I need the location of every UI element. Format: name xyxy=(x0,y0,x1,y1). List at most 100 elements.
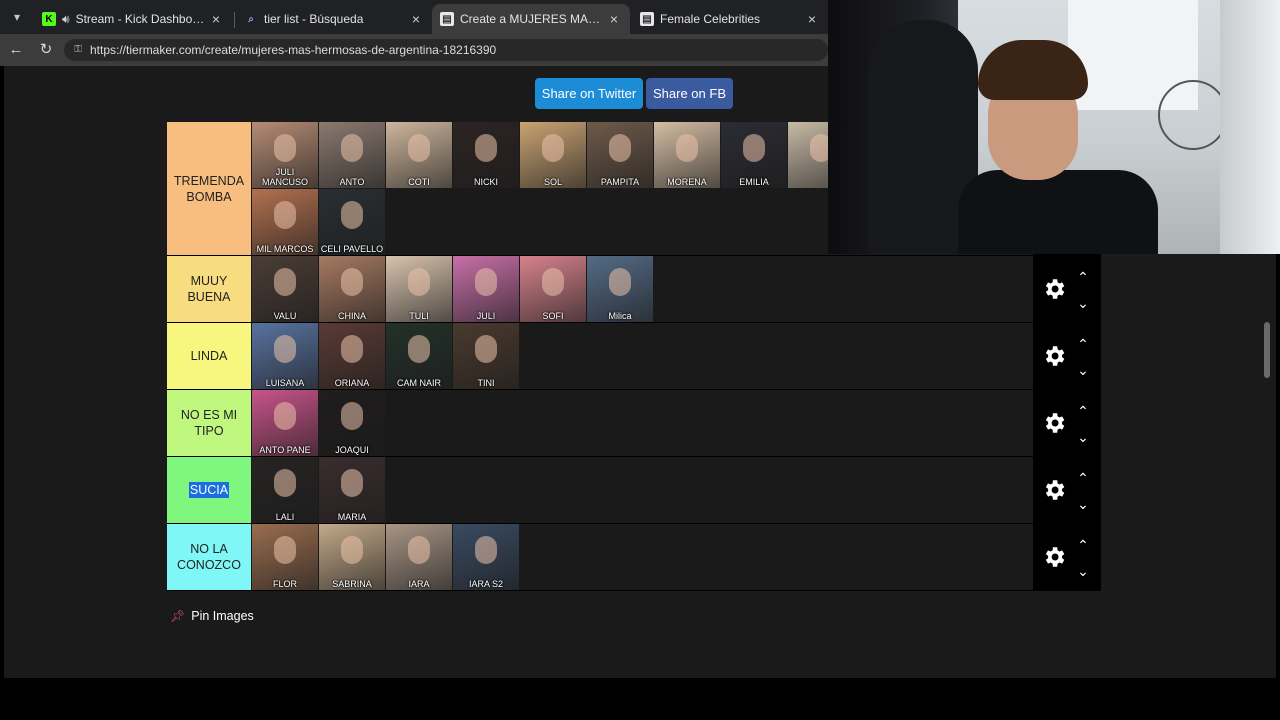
portrait-face xyxy=(408,134,430,162)
tier-label[interactable]: MUUY BUENA xyxy=(167,256,251,322)
tier-image-card[interactable]: PAMPITA xyxy=(587,122,653,188)
move-down-chevron-icon[interactable]: ⌄ xyxy=(1073,497,1093,511)
tier-image-card[interactable]: NICKI xyxy=(453,122,519,188)
tier-image-card[interactable]: LUISANA xyxy=(252,323,318,389)
image-caption: IARA S2 xyxy=(468,579,504,589)
tier-image-card[interactable]: JULI MANCUSO xyxy=(252,122,318,188)
tier-image-card[interactable]: IARA S2 xyxy=(453,524,519,590)
move-up-chevron-icon[interactable]: ⌃ xyxy=(1073,404,1093,418)
reload-icon[interactable]: ↻ xyxy=(36,40,56,60)
tier-image-card[interactable]: SOFI xyxy=(520,256,586,322)
tier-image-card[interactable]: ANTO PANE xyxy=(252,390,318,456)
tab-create-tierlist[interactable]: ▤ Create a MUJERES MAS HERMOSAS × xyxy=(432,4,630,34)
tier-image-card[interactable]: VALU xyxy=(252,256,318,322)
share-twitter-button[interactable]: Share on Twitter xyxy=(535,78,643,109)
tier-label[interactable]: SUCIA xyxy=(167,457,251,523)
move-up-chevron-icon[interactable]: ⌃ xyxy=(1073,270,1093,284)
tier-image-card[interactable]: MARIA xyxy=(319,457,385,523)
tier-image-card[interactable]: CELI PAVELLO xyxy=(319,189,385,255)
tier-image-card[interactable]: ANTO xyxy=(319,122,385,188)
portrait-face xyxy=(475,268,497,296)
tier-image-card[interactable]: SABRINA xyxy=(319,524,385,590)
tier-label[interactable]: LINDA xyxy=(167,323,251,389)
webcam-overlay xyxy=(828,0,1280,254)
portrait-face xyxy=(274,134,296,162)
url-input[interactable]: ⚿ https://tiermaker.com/create/mujeres-m… xyxy=(64,39,828,61)
share-facebook-button[interactable]: Share on FB xyxy=(646,78,733,109)
tier-image-card[interactable]: SOL xyxy=(520,122,586,188)
portrait-face xyxy=(274,268,296,296)
portrait-face xyxy=(408,536,430,564)
move-up-chevron-icon[interactable]: ⌃ xyxy=(1073,337,1093,351)
tier-image-card[interactable]: IARA xyxy=(386,524,452,590)
portrait-face xyxy=(341,268,363,296)
move-up-chevron-icon[interactable]: ⌃ xyxy=(1073,538,1093,552)
tab-kick-dashboard[interactable]: K 🔊︎ Stream - Kick Dashboard × xyxy=(34,4,232,34)
tier-image-card[interactable]: MORENA xyxy=(654,122,720,188)
tab-search-dropdown-icon[interactable]: ▾ xyxy=(6,7,28,27)
tiermaker-favicon-icon: ▤ xyxy=(440,12,454,26)
tab-title: tier list - Búsqueda xyxy=(264,12,364,26)
back-arrow-icon[interactable]: ← xyxy=(6,40,26,60)
tier-row: NO LA CONOZCO FLOR SABRINA IARA IARA S2 ⌃ ⌄ xyxy=(167,524,1101,591)
gear-icon[interactable] xyxy=(1041,343,1067,369)
tab-tier-list-search[interactable]: ⌕ tier list - Búsqueda × xyxy=(236,4,432,34)
tier-image-card[interactable]: CAM NAIR xyxy=(386,323,452,389)
tier-controls: ⌃⌄ xyxy=(1033,390,1101,456)
image-caption: NICKI xyxy=(473,177,498,187)
image-caption: VALU xyxy=(273,311,297,321)
close-tab-icon[interactable]: × xyxy=(804,11,820,27)
tier-label[interactable]: TREMENDA BOMBA xyxy=(167,122,251,255)
tier-image-card[interactable]: CHINA xyxy=(319,256,385,322)
tier-label-text: NO ES MI TIPO xyxy=(180,408,238,438)
image-caption: CELI PAVELLO xyxy=(320,244,384,254)
tier-image-card[interactable]: FLOR xyxy=(252,524,318,590)
image-caption: SABRINA xyxy=(332,579,372,589)
tier-image-card[interactable]: EMILIA xyxy=(721,122,787,188)
tier-items-dropzone[interactable]: LALI MARIA xyxy=(252,457,1032,523)
image-caption: ORIANA xyxy=(334,378,370,388)
site-info-icon[interactable]: ⚿ xyxy=(72,44,84,56)
tier-label[interactable]: NO ES MI TIPO xyxy=(167,390,251,456)
tier-items-dropzone[interactable]: ANTO PANE JOAQUI xyxy=(252,390,1032,456)
gear-icon[interactable] xyxy=(1041,276,1067,302)
search-icon: ⌕ xyxy=(248,13,254,25)
gear-icon[interactable] xyxy=(1041,477,1067,503)
tab-female-celebrities[interactable]: ▤ Female Celebrities × xyxy=(632,4,828,34)
tier-label-text: MUUY BUENA xyxy=(187,274,231,304)
close-tab-icon[interactable]: × xyxy=(408,11,424,27)
tier-image-card[interactable]: JOAQUI xyxy=(319,390,385,456)
move-down-chevron-icon[interactable]: ⌄ xyxy=(1073,363,1093,377)
tier-image-card[interactable]: LALI xyxy=(252,457,318,523)
tier-image-card[interactable]: TINI xyxy=(453,323,519,389)
portrait-face xyxy=(274,402,296,430)
tier-image-card[interactable]: JULI xyxy=(453,256,519,322)
close-tab-icon[interactable]: × xyxy=(606,11,622,27)
move-down-chevron-icon[interactable]: ⌄ xyxy=(1073,430,1093,444)
webcam-streamer-hair xyxy=(978,40,1088,100)
webcam-streamer-shirt xyxy=(958,170,1158,254)
tier-image-card[interactable]: MIL MARCOS xyxy=(252,189,318,255)
image-caption: TULI xyxy=(409,311,429,321)
tier-items-dropzone[interactable]: LUISANA ORIANA CAM NAIR TINI xyxy=(252,323,1032,389)
move-down-chevron-icon[interactable]: ⌄ xyxy=(1073,296,1093,310)
tier-label[interactable]: NO LA CONOZCO xyxy=(167,524,251,590)
gear-icon[interactable] xyxy=(1041,544,1067,570)
portrait-face xyxy=(475,335,497,363)
gear-icon[interactable] xyxy=(1041,410,1067,436)
tier-image-card[interactable]: Milica xyxy=(587,256,653,322)
pin-images-toggle[interactable]: 📌︎ Pin Images xyxy=(170,609,254,623)
tier-items-dropzone[interactable]: FLOR SABRINA IARA IARA S2 xyxy=(252,524,1032,590)
tier-image-card[interactable]: TULI xyxy=(386,256,452,322)
tier-items-dropzone[interactable]: VALU CHINA TULI JULI SOFI Milica xyxy=(252,256,1032,322)
tier-image-card[interactable]: ORIANA xyxy=(319,323,385,389)
portrait-face xyxy=(274,469,296,497)
tier-image-card[interactable]: COTI xyxy=(386,122,452,188)
portrait-face xyxy=(743,134,765,162)
move-up-chevron-icon[interactable]: ⌃ xyxy=(1073,471,1093,485)
close-tab-icon[interactable]: × xyxy=(208,11,224,27)
move-down-chevron-icon[interactable]: ⌄ xyxy=(1073,564,1093,578)
page-scrollbar-thumb[interactable] xyxy=(1264,322,1270,378)
speaker-icon[interactable]: 🔊︎ xyxy=(62,12,70,27)
image-caption: MARIA xyxy=(337,512,367,522)
